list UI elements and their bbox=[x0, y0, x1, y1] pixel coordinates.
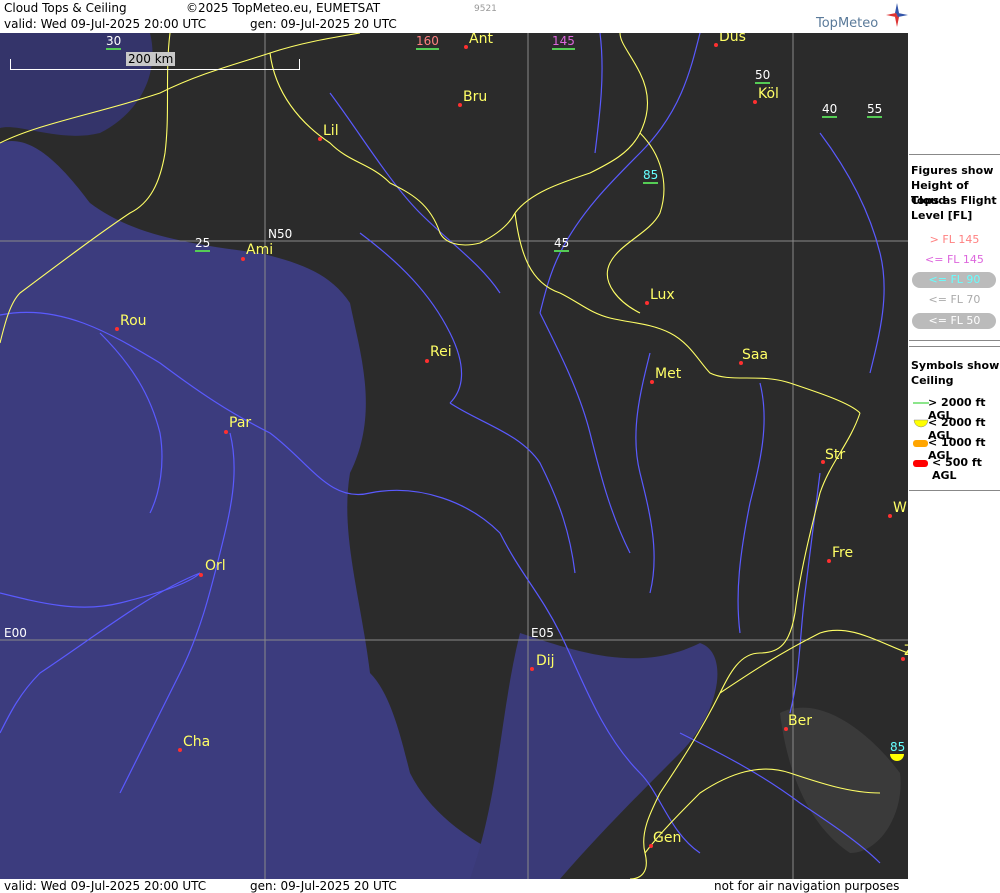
legend-ceiling-line-1: Symbols show bbox=[911, 359, 1000, 372]
ceiling-symbol-yellow bbox=[890, 754, 904, 761]
copyright: ©2025 TopMeteo.eu, EUMETSAT bbox=[186, 1, 381, 15]
legend-tops-line-1: Figures show bbox=[911, 164, 994, 177]
logo-text: TopMeteo bbox=[816, 16, 879, 31]
red-bar-icon bbox=[913, 460, 928, 467]
cloud-top-value[interactable]: 160 bbox=[416, 35, 439, 50]
legend-tops-line-3: Tops as Flight bbox=[911, 194, 997, 207]
disclaimer: not for air navigation purposes bbox=[714, 879, 900, 893]
cloud-top-value[interactable]: 45 bbox=[554, 237, 570, 252]
legend-fl-50: <= FL 50 bbox=[928, 314, 981, 327]
cloud-top-value[interactable]: 55 bbox=[867, 103, 883, 118]
image-code: 9521 bbox=[474, 4, 497, 14]
compass-icon bbox=[886, 3, 908, 27]
grid-label-e05: E05 bbox=[531, 626, 554, 640]
cloud-top-value[interactable]: 25 bbox=[195, 237, 211, 252]
cloud-top-value[interactable]: 145 bbox=[552, 35, 575, 50]
legend-tops-line-4: Level [FL] bbox=[911, 209, 973, 222]
cloud-layer-north bbox=[0, 33, 153, 136]
map-area[interactable]: 200 km N50 E00 E05 Ant Düs Bru Köl Lil A… bbox=[0, 33, 908, 879]
cloud-top-value[interactable]: 40 bbox=[822, 103, 838, 118]
yellow-half-circle-icon bbox=[913, 419, 929, 428]
map-title: Cloud Tops & Ceiling bbox=[4, 1, 127, 15]
legend-fl-above-145: > FL 145 bbox=[929, 233, 980, 246]
legend-ceiling-below-1000: < 1000 ft AGL bbox=[909, 435, 1000, 462]
scale-label: 200 km bbox=[126, 52, 176, 66]
topmeteo-logo: TopMeteo bbox=[816, 2, 908, 32]
legend-cloud-tops: Figures show Height of Cloud Tops as Fli… bbox=[909, 154, 1000, 341]
legend-ceiling: Symbols show Ceiling > 2000 ft AGL < 200… bbox=[909, 346, 1000, 491]
footer-valid-time: valid: Wed 09-Jul-2025 20:00 UTC bbox=[4, 879, 207, 893]
legend-fl-70: <= FL 70 bbox=[928, 293, 981, 306]
map-graphics bbox=[0, 33, 908, 879]
cloud-top-value[interactable]: 85 bbox=[890, 741, 905, 754]
legend-fl-90: <= FL 90 bbox=[928, 273, 981, 286]
cloud-top-value[interactable]: 50 bbox=[755, 69, 771, 84]
legend-ceiling-line-2: Ceiling bbox=[911, 374, 954, 387]
grid-label-n50: N50 bbox=[268, 227, 293, 241]
green-line-icon bbox=[913, 402, 929, 404]
legend-ceiling-above-2000: > 2000 ft AGL bbox=[909, 395, 1000, 422]
grid-label-e00: E00 bbox=[4, 626, 27, 640]
legend-ceiling-below-2000: < 2000 ft AGL bbox=[909, 415, 1000, 442]
legend-fl-145: <= FL 145 bbox=[925, 253, 984, 266]
generation-time: gen: 09-Jul-2025 20 UTC bbox=[250, 17, 397, 31]
orange-bar-icon bbox=[913, 440, 928, 447]
footer-generation-time: gen: 09-Jul-2025 20 UTC bbox=[250, 879, 397, 893]
cloud-top-value[interactable]: 85 bbox=[643, 169, 659, 184]
valid-time: valid: Wed 09-Jul-2025 20:00 UTC bbox=[4, 17, 207, 31]
cloud-top-value[interactable]: 30 bbox=[106, 35, 122, 50]
legend-ceiling-below-500: < 500 ft AGL bbox=[909, 455, 1000, 482]
